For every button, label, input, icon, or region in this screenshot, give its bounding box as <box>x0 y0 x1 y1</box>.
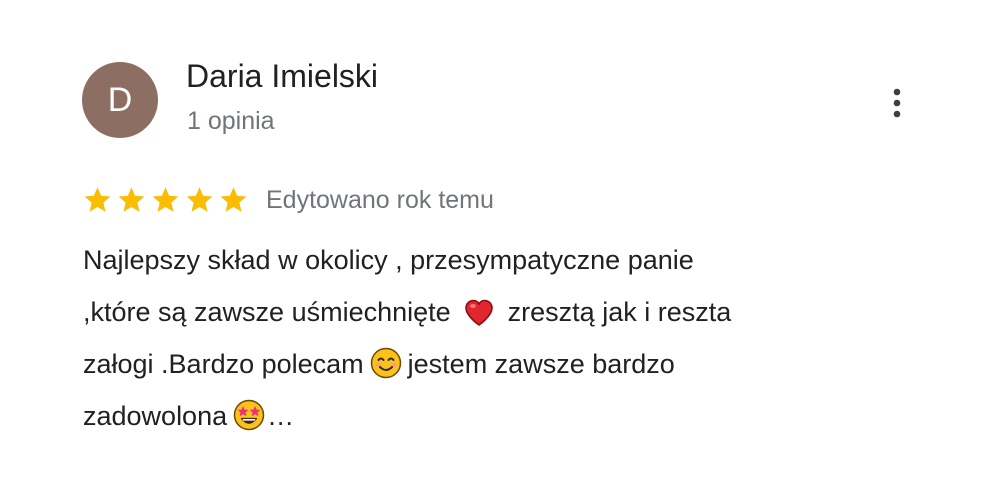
review-card: D Daria Imielski 1 opinia Edytowano rok … <box>0 0 1000 500</box>
review-text-segment: załogi .Bardzo polecam <box>83 349 364 379</box>
review-text-line: Najlepszy skład w okolicy , przesympatyc… <box>83 234 923 286</box>
review-text-line: ,które są zawsze uśmiechnięte zresztą ja… <box>83 286 923 338</box>
author-name[interactable]: Daria Imielski <box>186 58 378 95</box>
rating-row: Edytowano rok temu <box>82 180 494 220</box>
star-icon <box>82 185 113 215</box>
star-icon <box>184 185 215 215</box>
star-icon <box>218 185 249 215</box>
review-text-line: zadowolona … <box>83 390 923 442</box>
star-rating <box>82 185 249 215</box>
review-text-segment: jestem zawsze bardzo <box>407 349 675 379</box>
more-vert-icon <box>893 88 901 118</box>
star-icon <box>150 185 181 215</box>
review-text-line: załogi .Bardzo polecam jestem zawsze bar… <box>83 338 923 390</box>
red-heart-emoji <box>464 299 494 327</box>
review-text: Najlepszy skład w okolicy , przesympatyc… <box>83 234 923 442</box>
review-text-segment: zadowolona <box>83 401 228 431</box>
review-text-segment: Najlepszy skład w okolicy , przesympatyc… <box>83 245 694 275</box>
edited-timestamp: Edytowano rok temu <box>266 185 494 214</box>
avatar-initial: D <box>107 80 133 119</box>
avatar[interactable]: D <box>82 62 158 138</box>
review-text-ellipsis: … <box>267 401 295 431</box>
smiling-face-emoji <box>370 347 402 379</box>
star-struck-emoji <box>233 399 265 431</box>
author-review-count: 1 opinia <box>187 107 275 135</box>
more-options-button[interactable] <box>882 84 912 122</box>
star-icon <box>116 185 147 215</box>
review-text-segment: zresztą jak i reszta <box>500 297 732 327</box>
review-text-segment: ,które są zawsze uśmiechnięte <box>83 297 459 327</box>
